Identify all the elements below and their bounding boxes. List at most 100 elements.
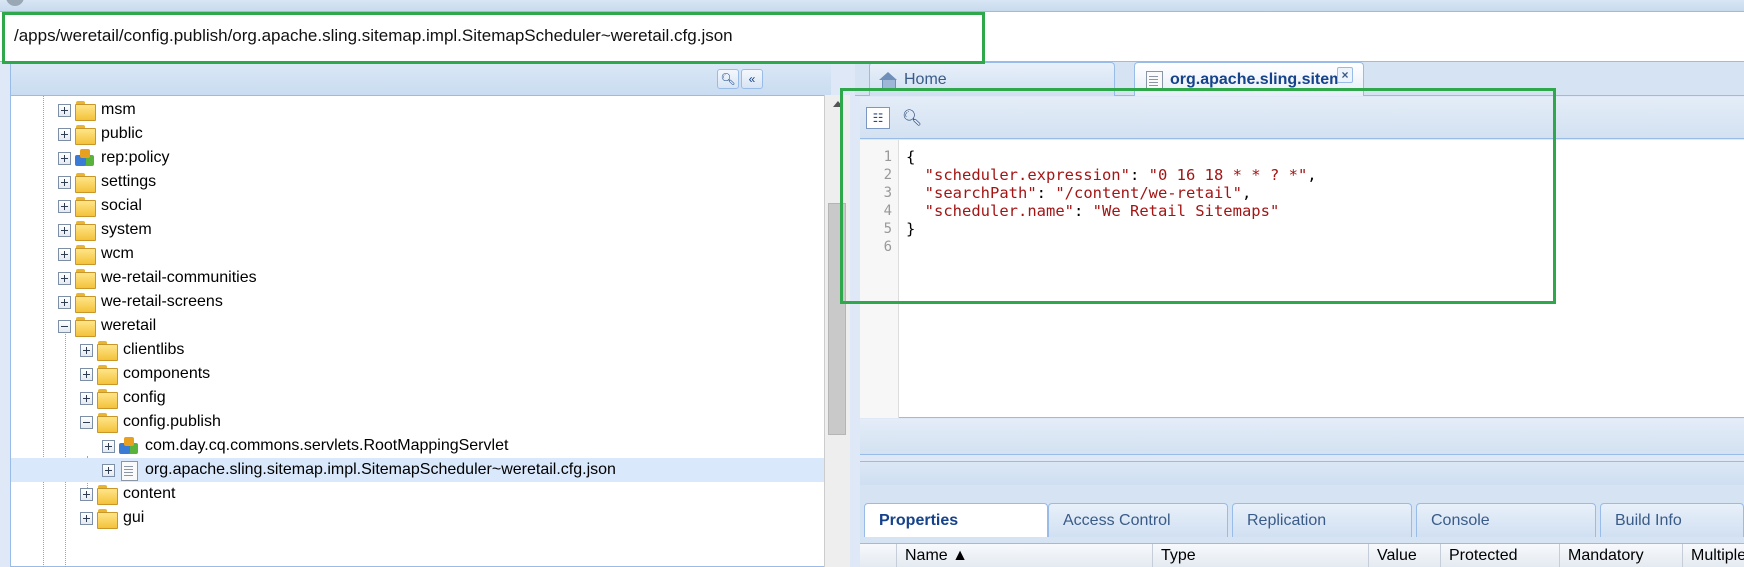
- expand-icon[interactable]: [80, 391, 93, 405]
- tree-node[interactable]: clientlibs: [80, 338, 184, 362]
- tree-node[interactable]: com.day.cq.commons.servlets.RootMappingS…: [102, 434, 508, 458]
- expand-icon[interactable]: [58, 103, 71, 117]
- tree-node-label: config.publish: [123, 413, 221, 430]
- home-icon: [878, 71, 898, 90]
- tree-node[interactable]: social: [58, 194, 142, 218]
- tree-node-label: com.day.cq.commons.servlets.RootMappingS…: [145, 437, 509, 454]
- folder-icon: [74, 244, 96, 265]
- editor-status-bar: [860, 419, 1744, 455]
- expand-icon[interactable]: [102, 463, 115, 477]
- properties-tab-bar: Properties Access Control Replication Co…: [860, 485, 1744, 543]
- tree-node[interactable]: msm: [58, 98, 136, 122]
- folder-icon: [74, 100, 96, 121]
- folder-icon: [74, 316, 96, 337]
- tree-node[interactable]: config: [80, 386, 166, 410]
- properties-grid-header: Name ▲ Type Value Protected Mandatory Mu…: [860, 543, 1744, 567]
- tab-access-control[interactable]: Access Control: [1048, 503, 1228, 537]
- window-indicator: [6, 0, 24, 6]
- expand-icon[interactable]: [102, 439, 115, 453]
- column-multiple[interactable]: Multiple: [1682, 544, 1744, 567]
- tree-node-label: msm: [101, 101, 136, 118]
- editor-highlight-box: [840, 88, 1556, 304]
- tab-console[interactable]: Console: [1416, 503, 1596, 537]
- path-highlight-box: [2, 12, 985, 64]
- tree-node-label: gui: [123, 509, 145, 526]
- folder-icon: [74, 220, 96, 241]
- expand-icon[interactable]: [80, 511, 93, 525]
- expand-icon[interactable]: [58, 295, 71, 309]
- folder-icon: [96, 388, 118, 409]
- tree-node[interactable]: we-retail-screens: [58, 290, 223, 314]
- column-type[interactable]: Type: [1152, 544, 1360, 567]
- expand-icon[interactable]: [58, 151, 71, 165]
- repository-tree: msm public rep:policy settings social sy…: [11, 96, 827, 567]
- tree-node[interactable]: settings: [58, 170, 156, 194]
- tree-node-label: public: [101, 125, 143, 142]
- collapse-icon[interactable]: [58, 319, 71, 333]
- tree-panel-header: 🔍︎ «: [11, 64, 831, 96]
- folder-icon: [96, 364, 118, 385]
- tab-home-label: Home: [904, 70, 947, 88]
- folder-icon: [96, 340, 118, 361]
- expand-icon[interactable]: [80, 487, 93, 501]
- folder-icon: [74, 268, 96, 289]
- tree-node-label: system: [101, 221, 152, 238]
- tree-node[interactable]: we-retail-communities: [58, 266, 257, 290]
- folder-icon: [74, 292, 96, 313]
- find-icon[interactable]: 🔍︎: [717, 69, 739, 89]
- tree-node-label: we-retail-screens: [101, 293, 223, 310]
- tab-build-info[interactable]: Build Info: [1600, 503, 1744, 537]
- folder-icon: [96, 412, 118, 433]
- tree-node-label: rep:policy: [101, 149, 170, 166]
- expand-icon[interactable]: [80, 343, 93, 357]
- tree-node[interactable]: content: [80, 482, 175, 506]
- folder-icon: [96, 508, 118, 529]
- tree-node-label: config: [123, 389, 166, 406]
- tree-node-label: weretail: [101, 317, 157, 334]
- repository-tree-panel: 🔍︎ « msm public rep:policy settings soci…: [10, 64, 831, 567]
- folder-icon: [74, 172, 96, 193]
- collapse-icon[interactable]: [80, 415, 93, 429]
- expand-icon[interactable]: [80, 367, 93, 381]
- folder-icon: [74, 124, 96, 145]
- policy-icon: [74, 148, 96, 168]
- tree-node[interactable]: rep:policy: [58, 146, 169, 170]
- tree-node-label: clientlibs: [123, 341, 185, 358]
- policy-icon: [118, 436, 140, 456]
- expand-icon[interactable]: [58, 223, 71, 237]
- tree-node[interactable]: components: [80, 362, 210, 386]
- tree-node[interactable]: wcm: [58, 242, 134, 266]
- tree-node[interactable]: public: [58, 122, 143, 146]
- tree-node[interactable]: gui: [80, 506, 144, 530]
- tree-node-label: org.apache.sling.sitemap.impl.SitemapSch…: [145, 461, 616, 478]
- tree-node-label: we-retail-communities: [101, 269, 257, 286]
- expand-icon[interactable]: [58, 271, 71, 285]
- folder-icon: [96, 484, 118, 505]
- close-tab-icon[interactable]: ×: [1337, 67, 1353, 83]
- expand-icon[interactable]: [58, 175, 71, 189]
- tree-node[interactable]: system: [58, 218, 152, 242]
- tree-node-label: settings: [101, 173, 157, 190]
- tree-node[interactable]: config.publish: [80, 410, 221, 434]
- file-icon: [118, 460, 140, 481]
- tree-node-label: content: [123, 485, 176, 502]
- expand-icon[interactable]: [58, 247, 71, 261]
- tab-replication[interactable]: Replication: [1232, 503, 1412, 537]
- expand-icon[interactable]: [58, 199, 71, 213]
- column-mandatory[interactable]: Mandatory: [1559, 544, 1682, 567]
- tree-node[interactable]: weretail: [58, 314, 156, 338]
- tree-node-selected[interactable]: org.apache.sling.sitemap.impl.SitemapSch…: [11, 458, 827, 482]
- expand-icon[interactable]: [58, 127, 71, 141]
- tree-node-label: social: [101, 197, 142, 214]
- properties-panel-header: [860, 461, 1744, 485]
- column-name[interactable]: Name ▲: [896, 544, 1152, 567]
- file-icon: [1143, 70, 1165, 91]
- window-top-strip: [0, 0, 1744, 12]
- folder-icon: [74, 196, 96, 217]
- column-protected[interactable]: Protected: [1440, 544, 1559, 567]
- tree-node-label: components: [123, 365, 211, 382]
- collapse-panel-icon[interactable]: «: [741, 69, 763, 89]
- tab-file-label: org.apache.sling.sitemap: [1170, 70, 1340, 88]
- column-value[interactable]: Value: [1368, 544, 1435, 567]
- tab-properties[interactable]: Properties: [864, 503, 1048, 537]
